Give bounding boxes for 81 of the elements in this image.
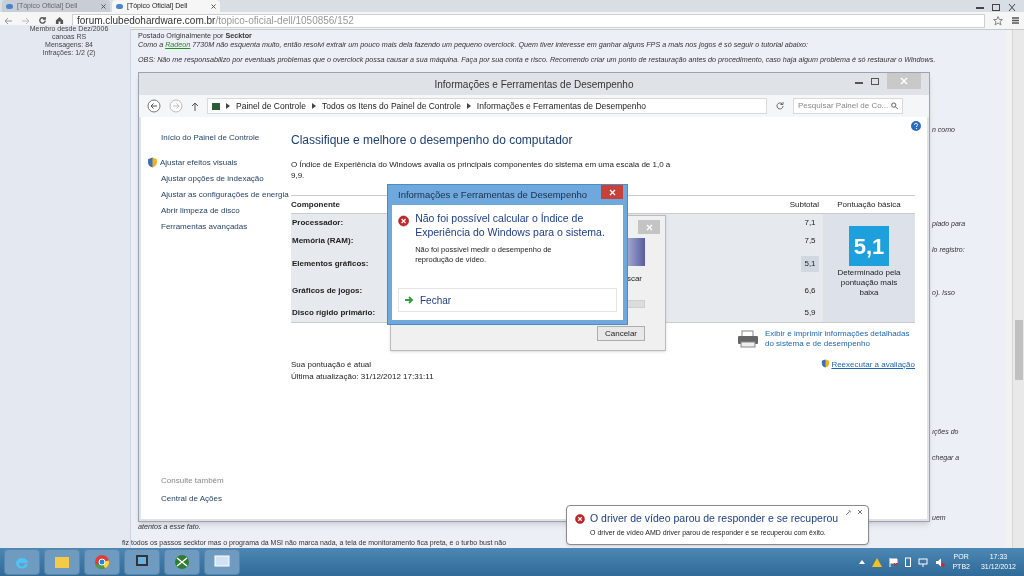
column-header: Subtotal	[788, 198, 820, 211]
table-cell: Elementos gráficos:	[291, 257, 369, 270]
see-also-heading: Consulte também	[161, 475, 225, 487]
search-icon	[890, 102, 898, 110]
close-button[interactable]	[601, 185, 623, 199]
chrome-icon[interactable]	[84, 549, 120, 575]
wrench-icon[interactable]	[845, 509, 852, 516]
restore-icon[interactable]	[992, 4, 1000, 11]
star-icon[interactable]	[993, 15, 1003, 26]
table-cell-text: 6,6	[803, 284, 817, 297]
sidebar-link[interactable]: Ajustar efeitos visuais	[160, 157, 238, 168]
home-icon[interactable]	[55, 16, 64, 25]
close-icon	[608, 188, 616, 196]
window-title: Informações e Ferramentas de Desempenho	[434, 77, 634, 92]
table-cell: Memória (RAM):	[291, 235, 354, 247]
close-icon[interactable]	[857, 509, 863, 515]
close-icon[interactable]	[211, 3, 216, 9]
sidebar-link[interactable]: Ajustar opções de indexação	[161, 173, 264, 184]
help-icon[interactable]	[911, 121, 921, 131]
back-icon[interactable]	[147, 99, 161, 113]
arrow-icon	[405, 296, 414, 304]
close-icon	[900, 77, 908, 85]
base-score-tile: 5,1	[849, 226, 889, 266]
close-icon[interactable]	[1008, 4, 1016, 11]
refresh-icon[interactable]	[775, 101, 785, 111]
column-header: Componente	[291, 198, 341, 211]
breadcrumb-item[interactable]: Informações e Ferramentas de Desempenho	[476, 99, 646, 113]
address-field[interactable]: Painel de Controle Todos os Itens do Painel de Controle Informações e Ferramentas de Desempenho	[207, 98, 767, 114]
description: O Índice de Experiência do Windows avalia os principais componentes do sistema em uma escala de 1,0 a 9,9.	[291, 159, 671, 181]
status-text: Sua pontuação é atual	[291, 359, 373, 371]
chevron-icon	[311, 103, 316, 109]
chevron-icon	[226, 103, 230, 109]
page-heading: Classifique e melhore o desempenho do computador	[291, 132, 574, 149]
printer-icon	[737, 330, 759, 348]
breadcrumb-item[interactable]: Painel de Controle	[236, 99, 306, 113]
sidebar-link[interactable]: Central de Ações	[161, 493, 291, 505]
table-cell-text: 7,1	[803, 217, 817, 229]
base-score-note: Determinado pela pontuação mais baixa	[836, 268, 902, 298]
close-icon[interactable]	[101, 3, 106, 9]
up-arrow-icon[interactable]	[191, 101, 199, 111]
sidebar-link[interactable]: Ferramentas avançadas	[161, 221, 248, 232]
close-icon	[645, 223, 653, 231]
shield-icon	[821, 359, 831, 368]
monitor-icon[interactable]	[124, 549, 160, 575]
search-field[interactable]: Pesquisar Painel de Co...	[793, 98, 903, 114]
dialog-title: Informações e Ferramentas de Desempenho	[397, 187, 588, 202]
flag-icon[interactable]	[889, 557, 899, 567]
chevron-icon	[466, 103, 471, 109]
menu-icon[interactable]	[1011, 16, 1020, 25]
battery-icon[interactable]	[905, 557, 912, 567]
cancel-button[interactable]: Cancelar	[597, 326, 645, 341]
error-message: Não foi possível calcular o Índice de Experiência do Windows para o sistema.	[415, 211, 606, 239]
volume-icon[interactable]	[935, 557, 946, 567]
column-header: Pontuação básica	[836, 198, 902, 211]
sidebar-link[interactable]: Início do Painel de Controle	[161, 132, 260, 143]
notification-title: O driver de vídeo parou de responder e se recuperou	[590, 511, 839, 526]
last-update-text: Última atualização: 31/12/2012 17:31:11	[291, 371, 434, 383]
table-cell: Processador:	[291, 217, 344, 229]
table-cell-text: 5,9	[803, 307, 817, 319]
caret-icon[interactable]	[859, 560, 866, 564]
warning-icon[interactable]	[872, 557, 883, 567]
shield-icon	[147, 157, 158, 168]
dialog-text: scar	[626, 273, 642, 285]
table-cell: 5,1	[801, 255, 819, 272]
rerun-link[interactable]: Reexecutar a avaliação	[831, 359, 915, 371]
reload-icon[interactable]	[38, 16, 47, 25]
sidebar-link[interactable]: Ajustar as configurações de energia	[161, 189, 289, 200]
globe-icon[interactable]	[164, 549, 200, 575]
control-panel-icon	[212, 102, 220, 110]
error-icon	[575, 513, 585, 524]
back-icon[interactable]	[4, 16, 13, 25]
close-command-button[interactable]: Fechar	[398, 288, 617, 312]
breadcrumb-item[interactable]: Todos os Itens do Painel de Controle	[321, 99, 461, 113]
print-link[interactable]: Exibir e imprimir informações detalhadas do sistema e de desempenho	[765, 329, 915, 349]
maximize-icon[interactable]	[871, 78, 879, 85]
folder-icon[interactable]	[44, 549, 80, 575]
table-cell: Disco rígido primário:	[291, 307, 376, 319]
network-status-icon[interactable]	[918, 557, 929, 567]
table-cell-text: 7,5	[803, 235, 817, 247]
table-cell: Gráficos de jogos:	[291, 284, 363, 297]
sidebar-link[interactable]: Abrir limpeza de disco	[161, 205, 240, 216]
